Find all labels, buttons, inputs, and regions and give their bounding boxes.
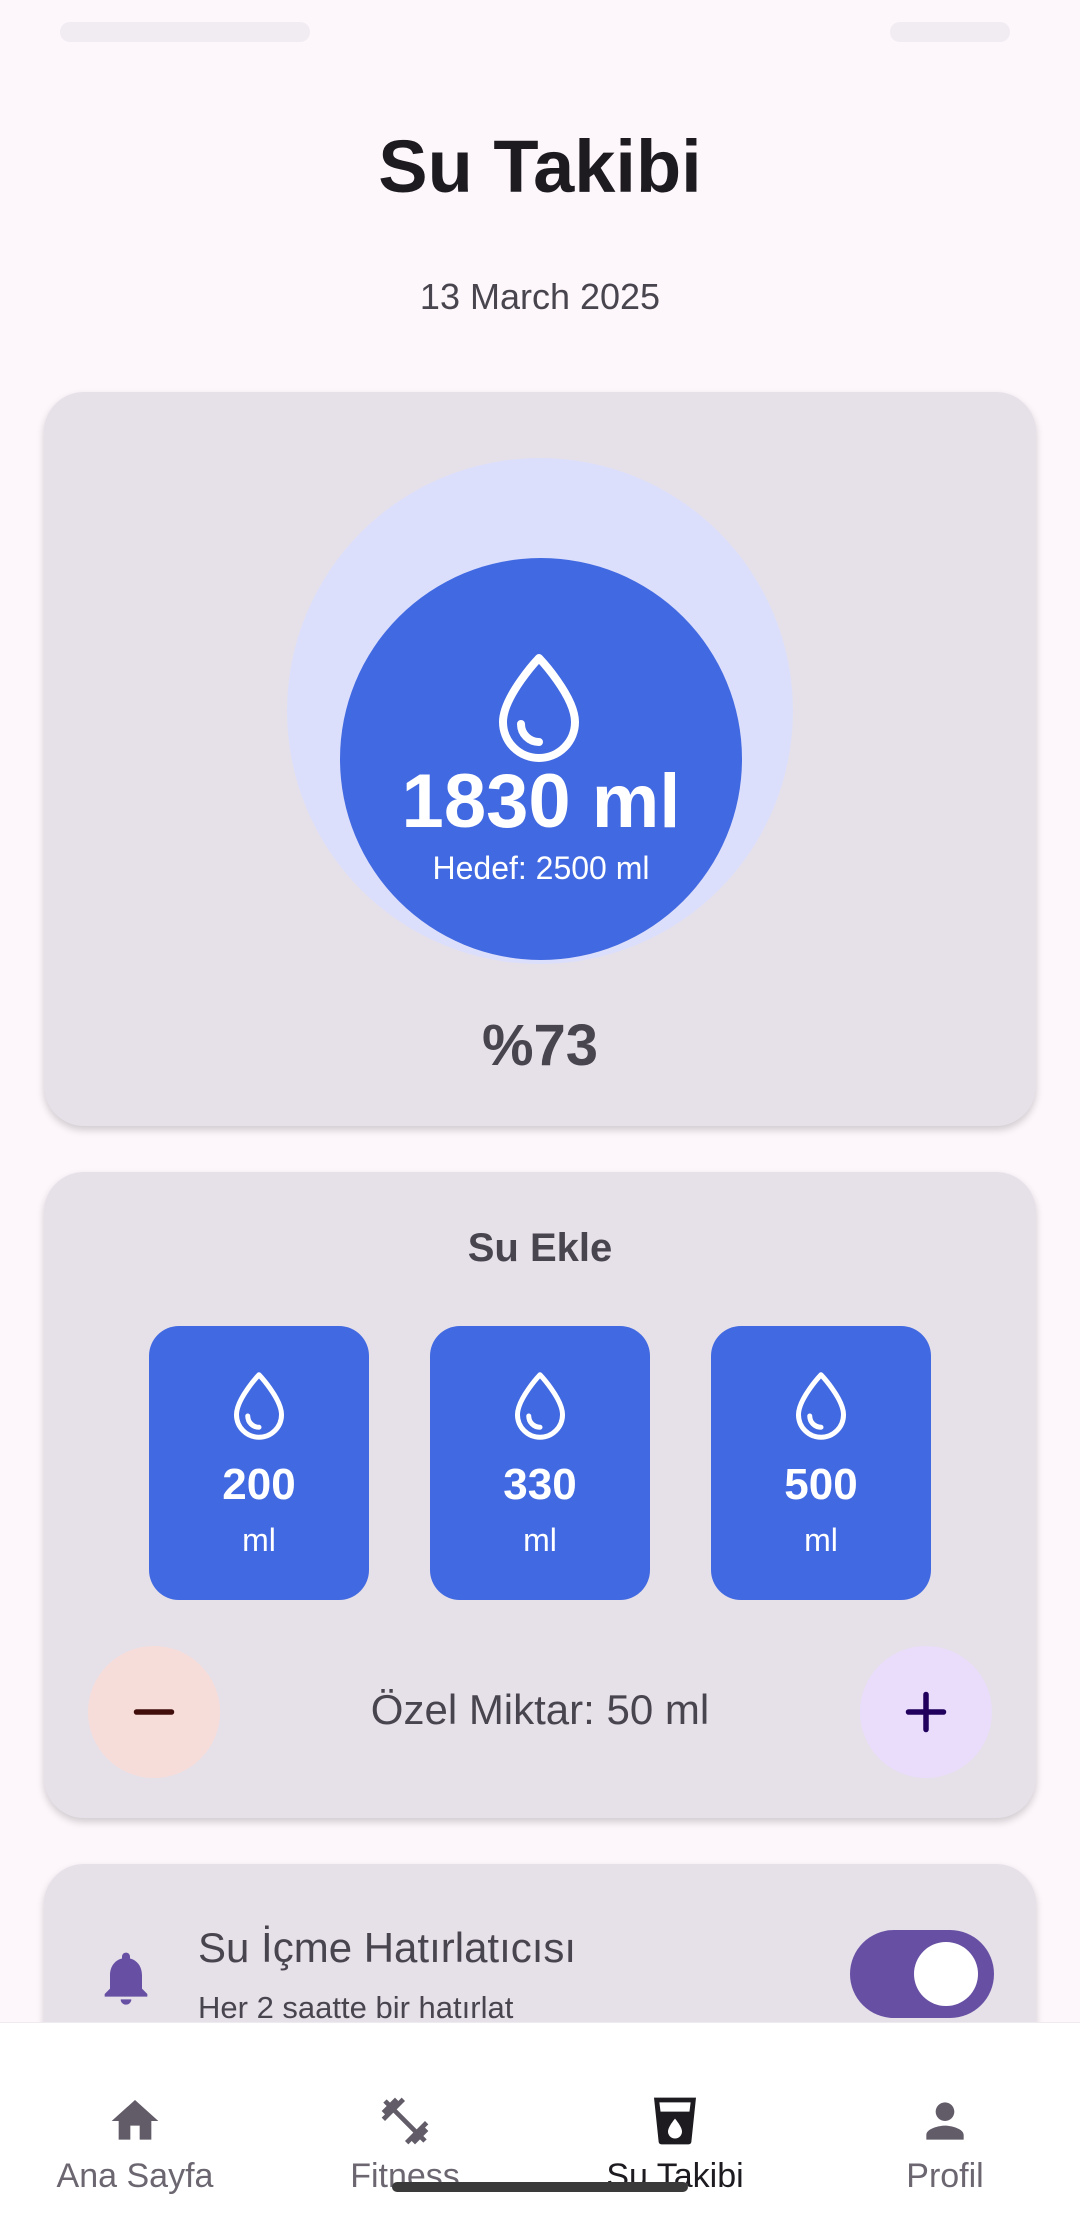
dumbbell-icon (381, 2097, 429, 2145)
nav-item-profile[interactable]: Profil (810, 2023, 1080, 2220)
status-bar (0, 0, 1080, 64)
amount-value: 200 (222, 1460, 296, 1509)
decrease-custom-amount-button[interactable] (88, 1646, 220, 1778)
reminder-subtitle: Her 2 saatte bir hatırlat (198, 1990, 514, 2025)
toggle-knob (914, 1942, 978, 2006)
progress-percent: %73 (481, 1013, 599, 1078)
status-icons-right (890, 22, 1010, 42)
reminder-title: Su İçme Hatırlatıcısı (198, 1924, 577, 1971)
add-500ml-button[interactable]: 500 ml (711, 1326, 931, 1600)
page-date: 13 March 2025 (419, 276, 661, 317)
page-title: Su Takibi (378, 125, 702, 208)
water-progress-card: 1830 ml Hedef: 2500 ml %73 (44, 392, 1036, 1126)
add-water-card: Su Ekle 200 ml 330 ml 500 ml Özel Miktar… (44, 1172, 1036, 1818)
water-drop-icon (515, 1372, 565, 1440)
bell-icon (104, 1952, 148, 2005)
nav-item-home[interactable]: Ana Sayfa (0, 2023, 270, 2220)
add-330ml-button[interactable]: 330 ml (430, 1326, 650, 1600)
daily-goal: Hedef: 2500 ml (432, 850, 650, 886)
add-200ml-button[interactable]: 200 ml (149, 1326, 369, 1600)
nav-label: Profil (906, 2157, 984, 2195)
plus-icon (905, 1691, 947, 1733)
home-indicator[interactable] (392, 2182, 688, 2192)
add-water-title: Su Ekle (467, 1226, 613, 1270)
status-icons-left (60, 22, 310, 42)
reminder-toggle[interactable] (850, 1930, 994, 2018)
home-icon (111, 2100, 159, 2140)
person-icon (926, 2102, 964, 2140)
custom-amount-label: Özel Miktar: 50 ml (370, 1686, 710, 1733)
amount-value: 500 (784, 1460, 858, 1509)
amount-unit: ml (242, 1522, 276, 1558)
nav-label: Ana Sayfa (56, 2157, 214, 2195)
amount-value: 330 (503, 1460, 577, 1509)
water-glass-icon (654, 2097, 696, 2145)
water-drop-icon (499, 654, 579, 762)
amount-unit: ml (523, 1522, 557, 1558)
amount-unit: ml (804, 1522, 838, 1558)
increase-custom-amount-button[interactable] (860, 1646, 992, 1778)
minus-icon (133, 1709, 175, 1715)
water-drop-icon (796, 1372, 846, 1440)
consumed-amount: 1830 ml (401, 759, 681, 844)
water-drop-icon (234, 1372, 284, 1440)
